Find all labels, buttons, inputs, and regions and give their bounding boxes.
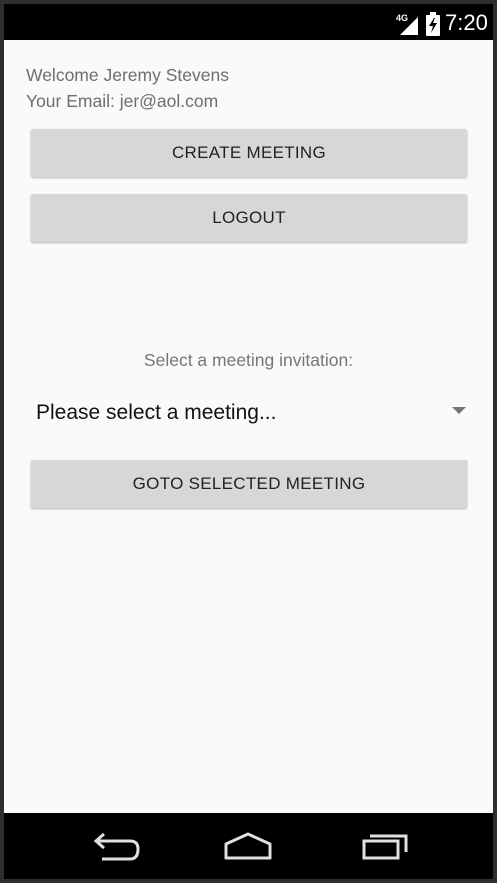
goto-selected-meeting-button[interactable]: GOTO SELECTED MEETING bbox=[31, 460, 467, 508]
battery-charging-icon bbox=[426, 12, 440, 36]
network-type-label: 4G bbox=[396, 13, 408, 23]
status-bar: 4G 7:20 bbox=[4, 4, 493, 40]
status-time: 7:20 bbox=[445, 10, 488, 35]
signal-4g-icon: 4G bbox=[396, 13, 418, 35]
home-icon[interactable] bbox=[218, 827, 278, 867]
meeting-select-label: Select a meeting invitation: bbox=[143, 350, 354, 370]
recents-icon[interactable] bbox=[354, 827, 414, 867]
back-icon[interactable] bbox=[84, 827, 144, 867]
user-email-text: Your Email: jer@aol.com bbox=[26, 91, 219, 111]
navigation-bar bbox=[4, 813, 493, 879]
meeting-select-value: Please select a meeting... bbox=[36, 401, 277, 424]
dropdown-arrow-icon bbox=[452, 407, 466, 414]
app-screen: Welcome Jeremy Stevens Your Email: jer@a… bbox=[4, 40, 493, 813]
create-meeting-button[interactable]: CREATE MEETING bbox=[31, 129, 467, 177]
logout-button[interactable]: LOGOUT bbox=[31, 194, 467, 242]
meeting-select-dropdown[interactable]: Please select a meeting... bbox=[26, 392, 474, 434]
welcome-text: Welcome Jeremy Stevens bbox=[26, 65, 229, 85]
